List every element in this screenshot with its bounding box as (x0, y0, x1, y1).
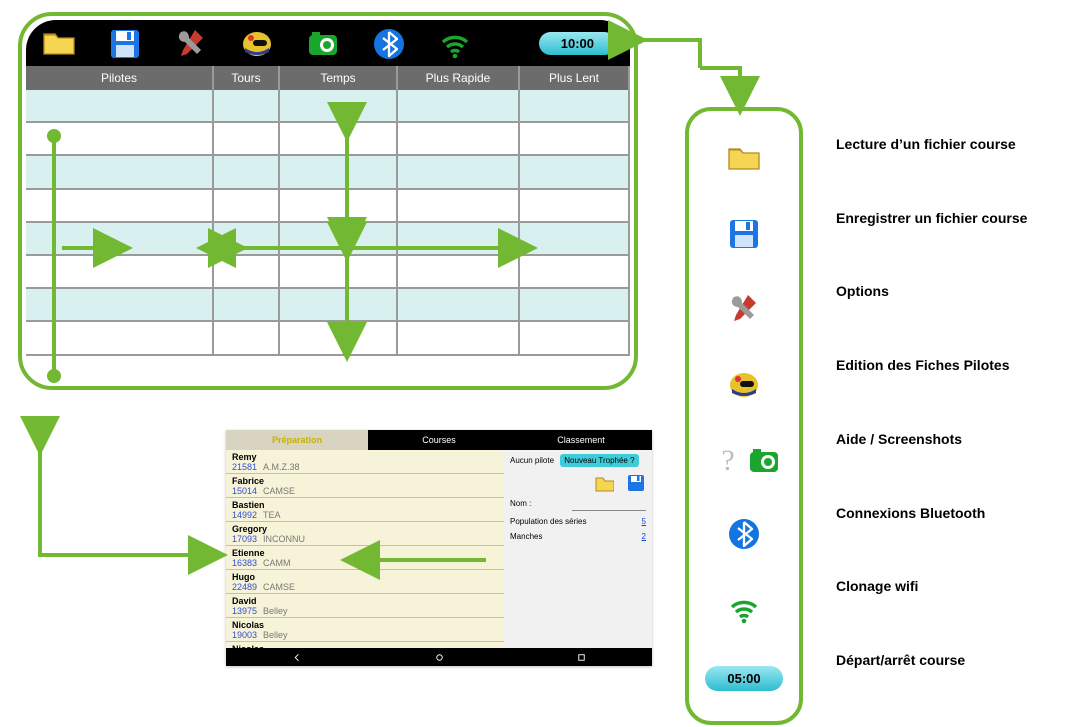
legend-open-icon (726, 141, 762, 177)
legend-label: Options (836, 268, 1027, 314)
legend-label: Connexions Bluetooth (836, 490, 1027, 536)
gesture-arrows (22, 16, 634, 386)
camera-icon (746, 443, 778, 475)
legend-label: Lecture d’un fichier course (836, 121, 1027, 167)
pilot-swipe-arrow (226, 430, 652, 666)
legend-bt-icon (726, 516, 762, 552)
help-icon (710, 442, 738, 476)
preparation-screen: Préparation Courses Classement Remy21581… (226, 430, 652, 666)
legend-labels: Lecture d’un fichier course Enregistrer … (836, 107, 1027, 697)
legend-timer: 05:00 (705, 666, 782, 691)
legend-label: Edition des Fiches Pilotes (836, 342, 1027, 388)
legend-helmet-icon (726, 367, 762, 403)
legend-label: Départ/arrêt course (836, 637, 1027, 683)
legend-panel: 05:00 (685, 107, 803, 725)
main-screen-frame: 10:00 Pilotes Tours Temps Plus Rapide Pl… (18, 12, 638, 390)
legend-label: Enregistrer un fichier course (836, 195, 1027, 241)
legend-help-camera (710, 442, 778, 476)
legend-label: Clonage wifi (836, 563, 1027, 609)
legend-save-icon (726, 216, 762, 252)
legend-wifi-icon (726, 591, 762, 627)
legend-label: Aide / Screenshots (836, 416, 1027, 462)
legend-tools-icon (726, 291, 762, 327)
